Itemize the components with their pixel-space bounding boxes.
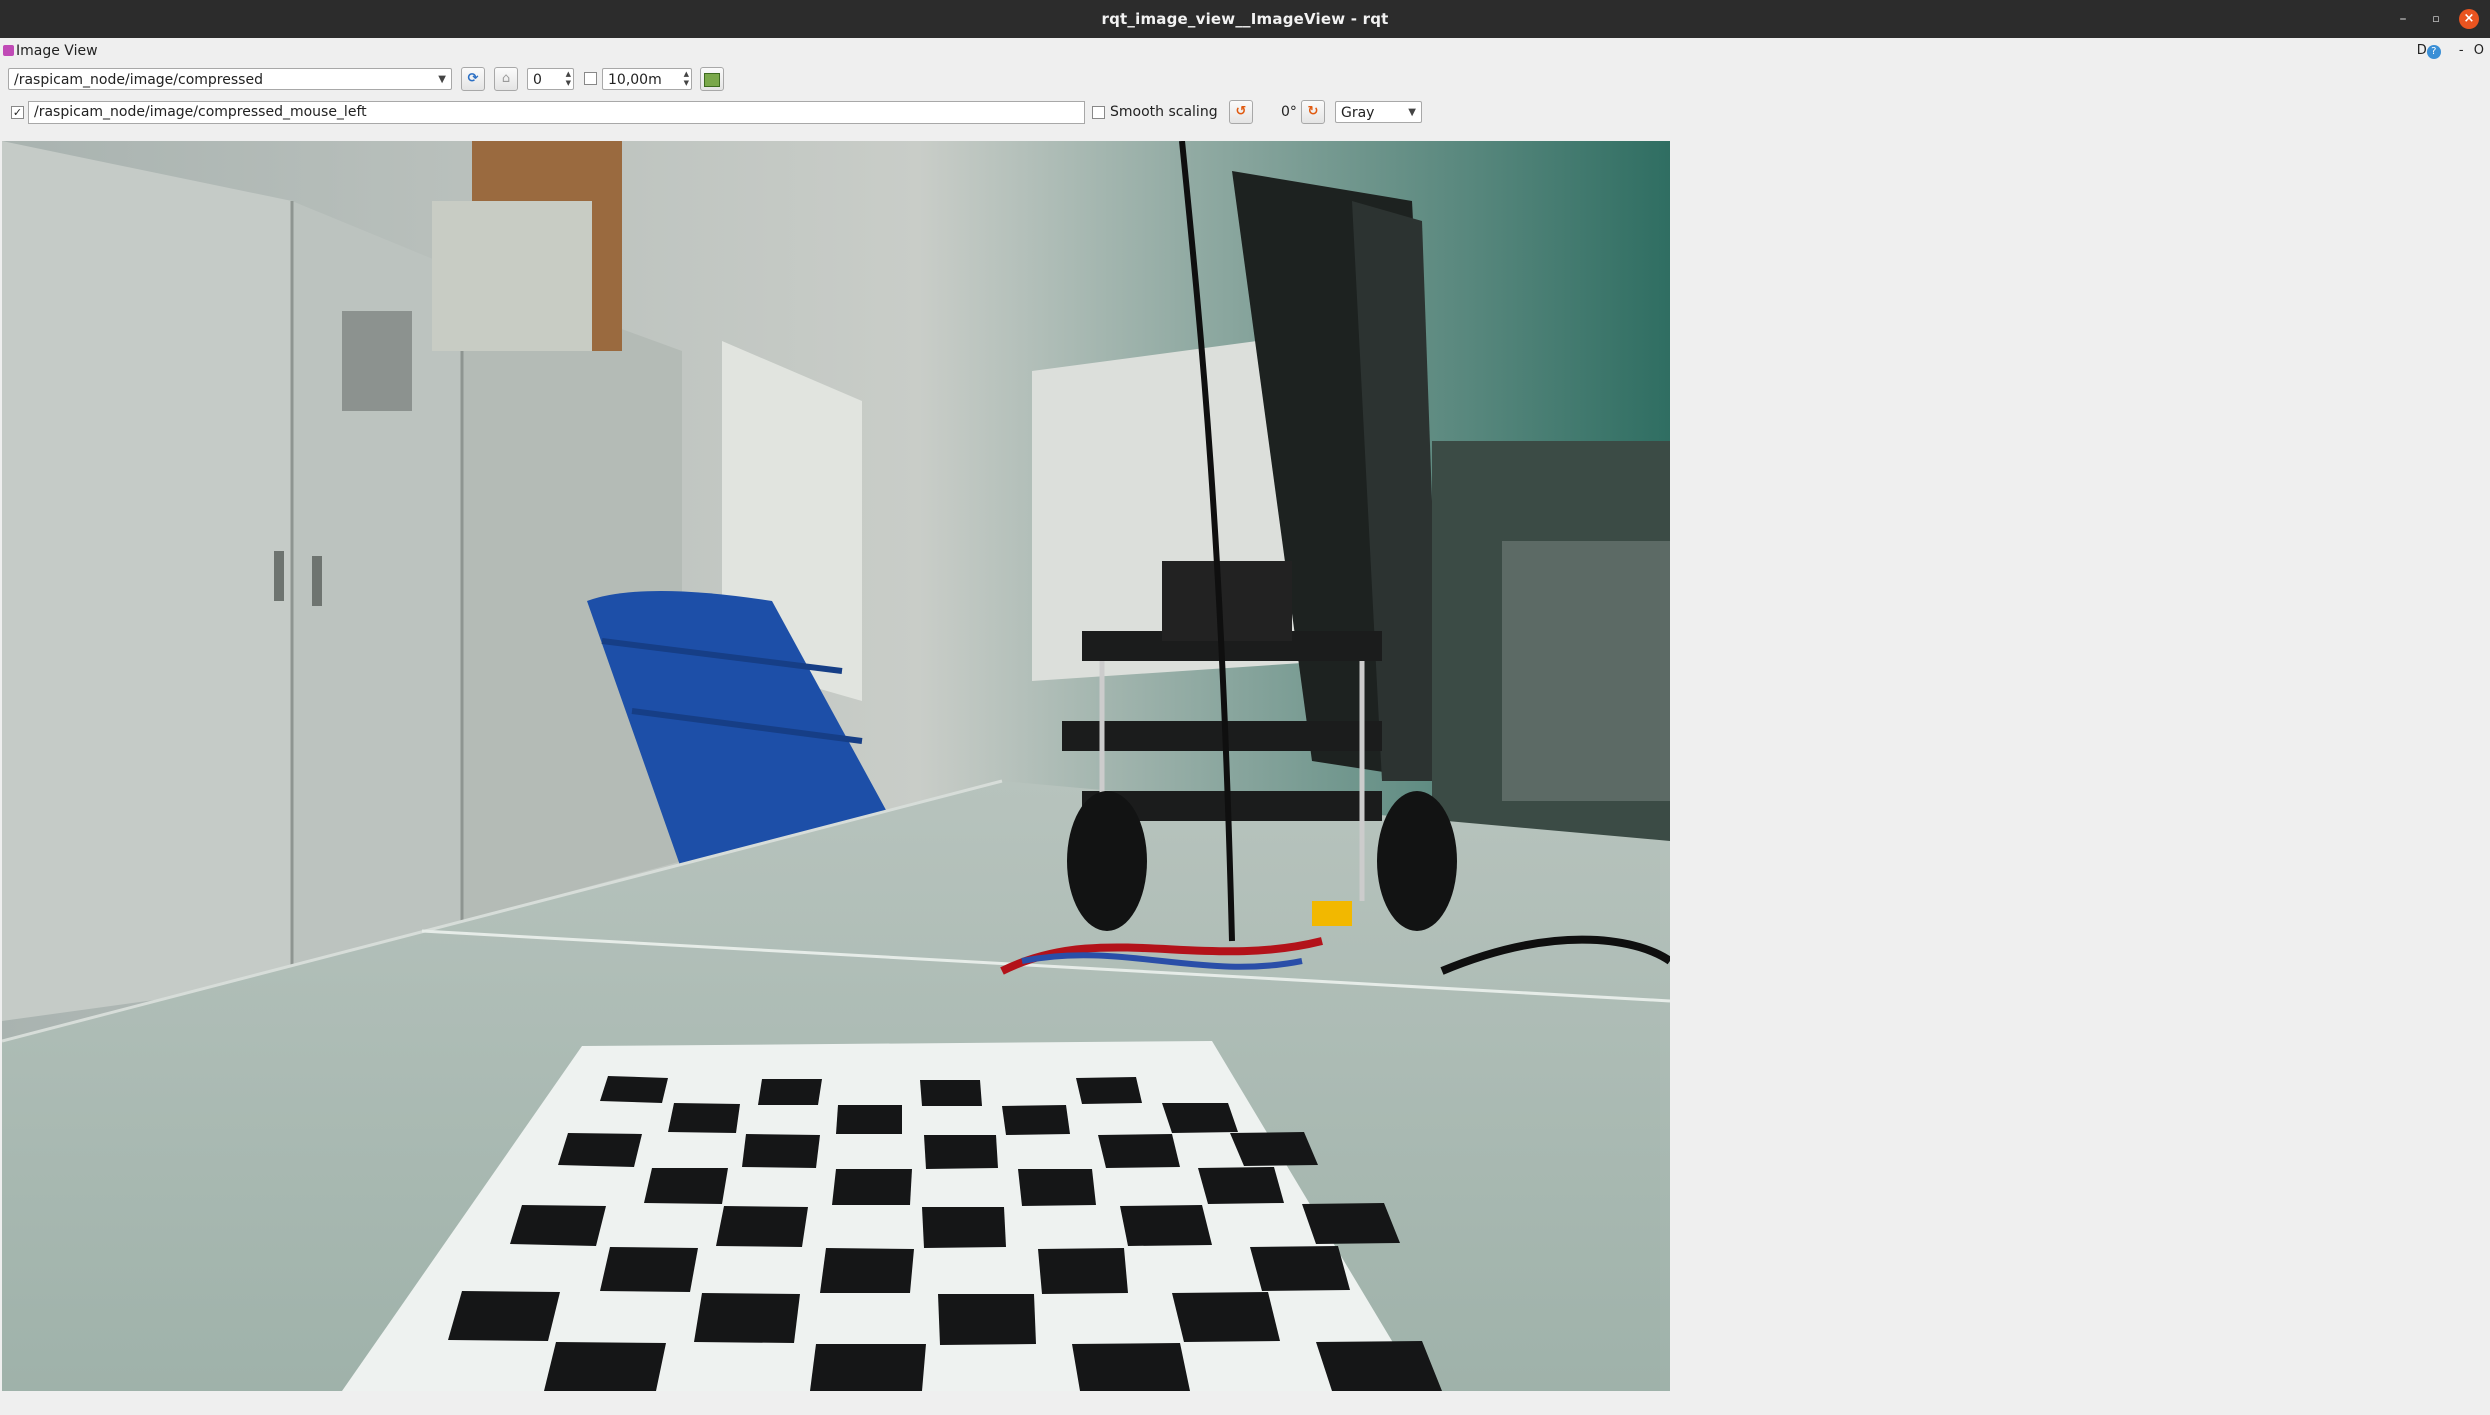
time-checkbox[interactable] (584, 72, 597, 85)
camera-image-view[interactable] (2, 141, 1670, 1391)
zoom-original-icon: ⌂ (501, 71, 511, 86)
plugin-title: Image View (16, 43, 98, 59)
dock-d-button[interactable]: D (2417, 43, 2427, 58)
spin-arrows-icon[interactable]: ▲ ▼ (684, 70, 689, 88)
rotation-label: 0° (1281, 104, 1297, 120)
refresh-icon: ⟳ (467, 71, 479, 86)
rotate-left-icon: ↺ (1235, 104, 1247, 119)
colormap-select[interactable]: Gray ▼ (1335, 101, 1422, 123)
rotate-left-button[interactable]: ↺ (1229, 100, 1253, 124)
rotate-right-icon: ↻ (1307, 104, 1319, 119)
zoom-spinbox[interactable]: 0 ▲ ▼ (527, 68, 574, 90)
plugin-titlebar: Image View D? - O (0, 40, 2490, 64)
publish-topic-value: /raspicam_node/image/compressed_mouse_le… (34, 104, 367, 120)
rotate-right-button[interactable]: ↻ (1301, 100, 1325, 124)
time-value: 10,00m (608, 72, 662, 88)
chevron-down-icon: ▼ (1408, 107, 1416, 118)
camera-image (2, 141, 1670, 1391)
smooth-scaling-label: Smooth scaling (1110, 104, 1218, 120)
zoom-value: 0 (533, 72, 542, 88)
window-titlebar: rqt_image_view__ImageView - rqt – ▫ × (0, 0, 2490, 38)
refresh-button[interactable]: ⟳ (461, 67, 485, 91)
plugin-icon (3, 45, 14, 56)
colormap-value: Gray (1341, 105, 1375, 121)
maximize-button[interactable]: ▫ (2426, 9, 2446, 29)
smooth-scaling-checkbox[interactable] (1092, 106, 1105, 119)
toolbar-row-1: /raspicam_node/image/compressed ▼ ⟳ ⌂ 0 … (0, 65, 2490, 95)
publish-click-checkbox[interactable]: ✓ (11, 106, 24, 119)
zoom-original-button[interactable]: ⌂ (494, 67, 518, 91)
dock-close-button[interactable]: O (2474, 43, 2484, 58)
close-button[interactable]: × (2459, 9, 2479, 29)
save-image-button[interactable] (700, 67, 724, 91)
toolbar-row-2: ✓ /raspicam_node/image/compressed_mouse_… (0, 98, 2490, 128)
time-spinbox[interactable]: 10,00m ▲ ▼ (602, 68, 692, 90)
dock-buttons: D? - O (2411, 43, 2484, 59)
help-icon[interactable]: ? (2426, 45, 2441, 59)
chevron-down-icon: ▼ (438, 74, 446, 85)
window-title: rqt_image_view__ImageView - rqt (1101, 10, 1389, 28)
dock-minimize-button[interactable]: - (2459, 43, 2464, 58)
topic-select-value: /raspicam_node/image/compressed (14, 72, 263, 88)
publish-topic-input[interactable]: /raspicam_node/image/compressed_mouse_le… (28, 101, 1085, 124)
topic-select[interactable]: /raspicam_node/image/compressed ▼ (8, 68, 452, 90)
save-image-icon (704, 73, 720, 87)
spin-arrows-icon[interactable]: ▲ ▼ (566, 70, 571, 88)
minimize-button[interactable]: – (2393, 9, 2413, 29)
